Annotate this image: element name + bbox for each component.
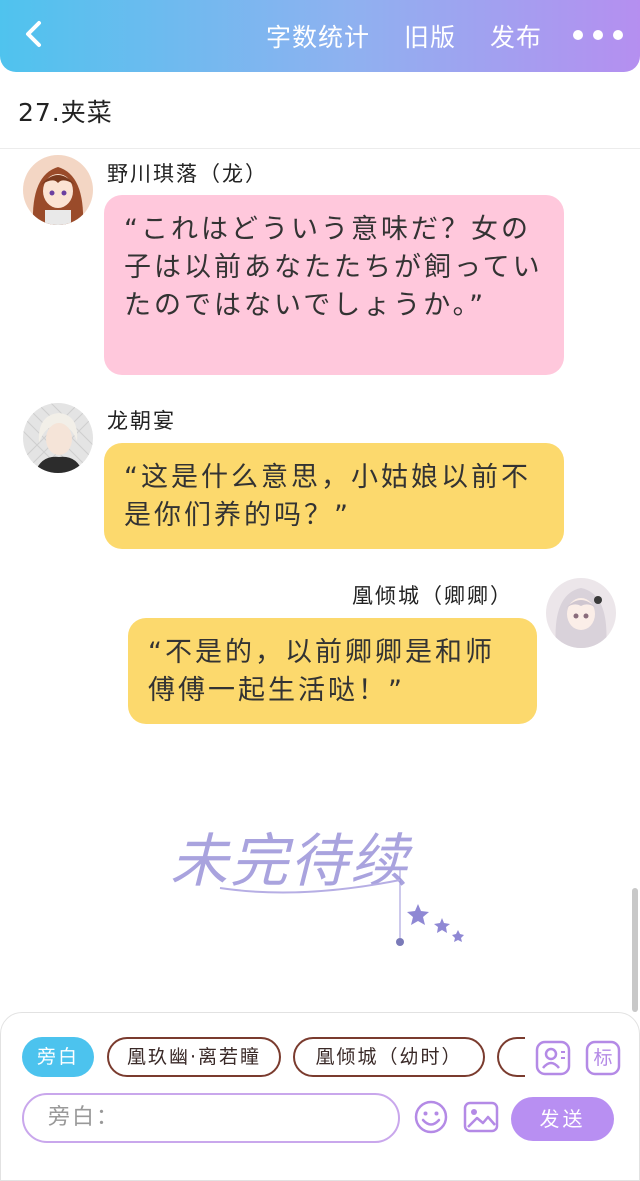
star-decoration-icon	[219, 870, 464, 946]
avatar-image	[23, 155, 93, 225]
back-button[interactable]	[14, 14, 54, 54]
tag-label: 标	[593, 1047, 613, 1069]
message-input[interactable]: 旁白：	[22, 1093, 400, 1143]
old-version-button[interactable]: 旧版	[404, 18, 456, 54]
publish-button[interactable]: 发布	[490, 18, 542, 54]
more-options-button[interactable]	[570, 26, 626, 44]
title-divider	[0, 148, 640, 149]
chapter-title[interactable]: 27.夹菜	[18, 93, 113, 129]
message-bubble[interactable]: “これはどういう意味だ？女の子は以前あなたたちが飼っていたのではないでしょうか。…	[104, 195, 564, 375]
chevron-left-icon	[26, 21, 41, 47]
smiley-icon	[414, 1100, 448, 1134]
speaker-name: 野川琪落（龙）	[107, 162, 268, 186]
avatar-nogawa[interactable]	[23, 155, 93, 225]
chip-character[interactable]: 凰玖幽·离若瞳	[107, 1037, 281, 1077]
chip-character[interactable]: 凰倾城（幼时）	[293, 1037, 485, 1077]
image-button[interactable]	[463, 1099, 499, 1135]
avatar-image	[546, 578, 616, 648]
speaker-name: 凰倾城（卿卿）	[352, 584, 513, 608]
message-bubble[interactable]: “不是的，以前卿卿是和师傅傅一起生活哒！”	[128, 618, 537, 724]
message-bubble[interactable]: “这是什么意思，小姑娘以前不是你们养的吗？”	[104, 443, 564, 549]
top-bar: 字数统计 旧版 发布	[0, 0, 640, 72]
word-count-button[interactable]: 字数统计	[266, 18, 370, 54]
role-card-button[interactable]	[535, 1040, 571, 1076]
more-dots-icon	[573, 30, 623, 40]
chip-narrator[interactable]: 旁白	[22, 1037, 94, 1077]
avatar-image	[23, 403, 93, 473]
scrollbar[interactable]	[632, 888, 638, 1012]
to-be-continued-logo: 未完待续	[160, 800, 480, 960]
avatar-longchaoyan[interactable]	[23, 403, 93, 473]
tag-button[interactable]: 标	[585, 1040, 621, 1076]
role-card-icon	[535, 1040, 571, 1076]
send-button[interactable]: 发送	[511, 1097, 614, 1141]
emoji-button[interactable]	[413, 1099, 449, 1135]
speaker-name: 龙朝宴	[107, 409, 176, 433]
image-icon	[463, 1101, 499, 1133]
avatar-huangqingcheng[interactable]	[546, 578, 616, 648]
